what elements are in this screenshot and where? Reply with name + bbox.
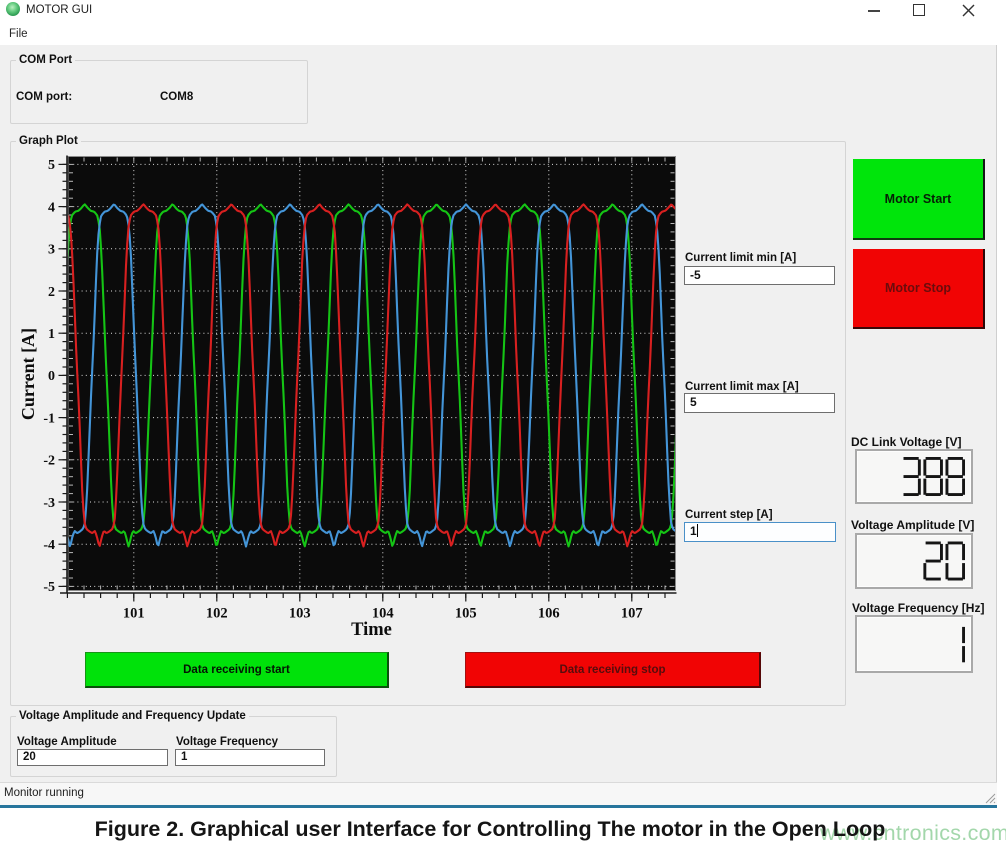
svg-text:1: 1 [48, 327, 55, 342]
svg-text:3: 3 [48, 243, 55, 258]
svg-text:101: 101 [123, 606, 145, 622]
svg-text:Current [A]: Current [A] [18, 328, 38, 420]
svg-text:-2: -2 [43, 454, 55, 469]
svg-text:Time: Time [351, 620, 392, 640]
svg-text:-1: -1 [43, 411, 55, 426]
svg-text:-5: -5 [43, 580, 55, 595]
svg-text:5: 5 [48, 158, 55, 173]
svg-text:4: 4 [48, 200, 55, 215]
svg-text:2: 2 [48, 285, 55, 300]
svg-text:0: 0 [48, 369, 55, 384]
svg-text:107: 107 [621, 606, 643, 622]
svg-text:105: 105 [455, 606, 477, 622]
svg-text:-4: -4 [43, 538, 55, 553]
svg-text:-3: -3 [43, 496, 55, 511]
svg-text:106: 106 [538, 606, 560, 622]
svg-text:103: 103 [289, 606, 311, 622]
svg-text:102: 102 [206, 606, 228, 622]
